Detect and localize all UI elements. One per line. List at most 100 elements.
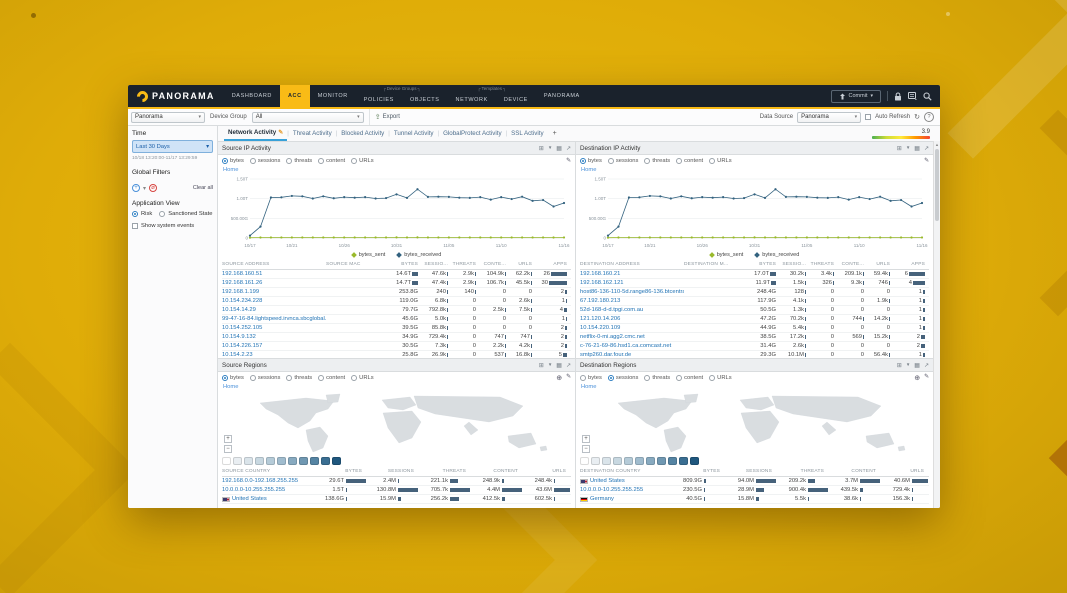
- nav-tab-panorama[interactable]: PANORAMA: [536, 85, 588, 107]
- column-header[interactable]: CONTE...: [838, 262, 868, 267]
- jump-to-logs-icon[interactable]: [924, 145, 929, 152]
- sanctioned-state-radio[interactable]: [159, 211, 165, 217]
- address-link[interactable]: netflix-0-mi.agg2.cmc.net: [580, 334, 645, 340]
- nav-tab-dashboard[interactable]: DASHBOARD: [224, 85, 280, 107]
- maximize-icon[interactable]: [539, 362, 544, 369]
- metric-sessions[interactable]: sessions: [250, 375, 281, 381]
- radio-icon[interactable]: [608, 158, 614, 164]
- address-link[interactable]: smtp260.dar.four.de: [580, 352, 631, 358]
- column-header[interactable]: URLS: [522, 469, 570, 474]
- column-header[interactable]: SESSIO...: [422, 262, 452, 267]
- address-link[interactable]: 192.168.0.0-192.168.255.255: [222, 478, 298, 484]
- column-header[interactable]: BYTES: [384, 262, 422, 267]
- address-link[interactable]: 52d-168-d-d.tpgi.com.au: [580, 307, 643, 313]
- edit-icon[interactable]: [924, 158, 929, 164]
- table-view-icon[interactable]: [556, 145, 562, 152]
- radio-icon[interactable]: [676, 158, 682, 164]
- edit-icon[interactable]: [924, 374, 929, 382]
- add-filter-icon[interactable]: [132, 184, 140, 192]
- maximize-icon[interactable]: [539, 145, 544, 152]
- address-link[interactable]: United States: [232, 496, 267, 502]
- metric-content[interactable]: content: [318, 158, 345, 164]
- metric-sessions[interactable]: sessions: [608, 158, 639, 164]
- column-header[interactable]: URLS: [510, 262, 536, 267]
- jump-to-logs-icon[interactable]: [566, 145, 571, 152]
- metric-urls[interactable]: URLs: [709, 375, 732, 381]
- radio-icon[interactable]: [644, 158, 650, 164]
- column-header[interactable]: CONTE...: [480, 262, 510, 267]
- address-link[interactable]: 10.154.252.105: [222, 325, 262, 331]
- column-header[interactable]: BYTES: [672, 469, 724, 474]
- radio-icon[interactable]: [676, 375, 682, 381]
- metric-threats[interactable]: threats: [286, 375, 312, 381]
- vertical-scrollbar[interactable]: [933, 141, 940, 508]
- maximize-icon[interactable]: [897, 362, 902, 369]
- nav-tab-network[interactable]: NETWORK: [448, 92, 496, 107]
- radio-icon[interactable]: [286, 158, 292, 164]
- legend-item[interactable]: bytes_sent: [710, 252, 744, 258]
- radio-icon[interactable]: [318, 158, 324, 164]
- commit-button[interactable]: Commit: [831, 90, 881, 103]
- metric-urls[interactable]: URLs: [351, 375, 374, 381]
- radio-icon[interactable]: [580, 158, 586, 164]
- metric-urls[interactable]: URLs: [351, 158, 374, 164]
- table-view-icon[interactable]: [914, 362, 920, 369]
- address-link[interactable]: 99-47-16-84.lightspeed.irvnca.sbcglobal.…: [222, 316, 326, 322]
- home-breadcrumb[interactable]: Home: [576, 167, 933, 174]
- zoom-out-button[interactable]: [224, 445, 232, 453]
- column-header[interactable]: DESTINATION COUNTRY: [580, 469, 672, 474]
- column-header[interactable]: SOURCE ADDRESS: [222, 262, 326, 267]
- tab-threat-activity[interactable]: Threat Activity: [289, 126, 336, 141]
- column-header[interactable]: CONTENT: [828, 469, 880, 474]
- context-select[interactable]: Panorama: [131, 112, 205, 123]
- radio-icon[interactable]: [250, 375, 256, 381]
- nav-tab-objects[interactable]: OBJECTS: [402, 92, 448, 107]
- tab-globalprotect-activity[interactable]: GlobalProtect Activity: [439, 126, 505, 141]
- column-header[interactable]: URLS: [868, 262, 894, 267]
- address-link[interactable]: 10.154.14.29: [222, 307, 256, 313]
- column-header[interactable]: SESSIONS: [724, 469, 776, 474]
- column-header[interactable]: APPS: [536, 262, 571, 267]
- column-header[interactable]: THREATS: [810, 262, 838, 267]
- filter-icon[interactable]: [906, 145, 910, 152]
- globe-icon[interactable]: [556, 374, 562, 382]
- search-icon[interactable]: [923, 92, 932, 101]
- address-link[interactable]: 10.154.234.228: [222, 298, 262, 304]
- metric-bytes[interactable]: bytes: [580, 158, 602, 164]
- radio-icon[interactable]: [644, 375, 650, 381]
- nav-tab-device[interactable]: DEVICE: [496, 92, 536, 107]
- address-link[interactable]: host86-136-110-5d.range86-136.btcentralp…: [580, 289, 684, 295]
- edit-icon[interactable]: [566, 374, 571, 382]
- radio-icon[interactable]: [351, 375, 357, 381]
- zoom-in-button[interactable]: [582, 435, 590, 443]
- lock-icon[interactable]: [894, 92, 902, 101]
- home-breadcrumb[interactable]: Home: [218, 384, 575, 391]
- address-link[interactable]: 192.168.161.26: [222, 280, 262, 286]
- time-range-select[interactable]: Last 30 Days: [132, 140, 213, 153]
- radio-icon[interactable]: [222, 375, 228, 381]
- metric-bytes[interactable]: bytes: [222, 375, 244, 381]
- nav-tab-policies[interactable]: POLICIES: [356, 92, 402, 107]
- nav-tab-monitor[interactable]: MONITOR: [310, 85, 356, 107]
- column-header[interactable]: BYTES: [314, 469, 366, 474]
- jump-to-logs-icon[interactable]: [924, 362, 929, 369]
- address-link[interactable]: Germany: [590, 496, 614, 502]
- table-view-icon[interactable]: [556, 362, 562, 369]
- radio-icon[interactable]: [709, 375, 715, 381]
- export-button[interactable]: Export: [369, 109, 405, 125]
- nav-tab-acc[interactable]: ACC: [280, 85, 310, 107]
- legend-item[interactable]: bytes_sent: [352, 252, 386, 258]
- metric-sessions[interactable]: sessions: [608, 375, 639, 381]
- scroll-up-icon[interactable]: [935, 142, 939, 147]
- metric-bytes[interactable]: bytes: [580, 375, 602, 381]
- legend-item[interactable]: bytes_received: [755, 252, 799, 258]
- address-link[interactable]: 121.120.14.206: [580, 316, 620, 322]
- tab-network-activity[interactable]: Network Activity: [224, 126, 287, 141]
- radio-icon[interactable]: [318, 375, 324, 381]
- table-view-icon[interactable]: [914, 145, 920, 152]
- add-tab-button[interactable]: [553, 130, 557, 137]
- legend-item[interactable]: bytes_received: [397, 252, 441, 258]
- radio-icon[interactable]: [608, 375, 614, 381]
- show-system-events-checkbox[interactable]: [132, 223, 138, 229]
- metric-content[interactable]: content: [318, 375, 345, 381]
